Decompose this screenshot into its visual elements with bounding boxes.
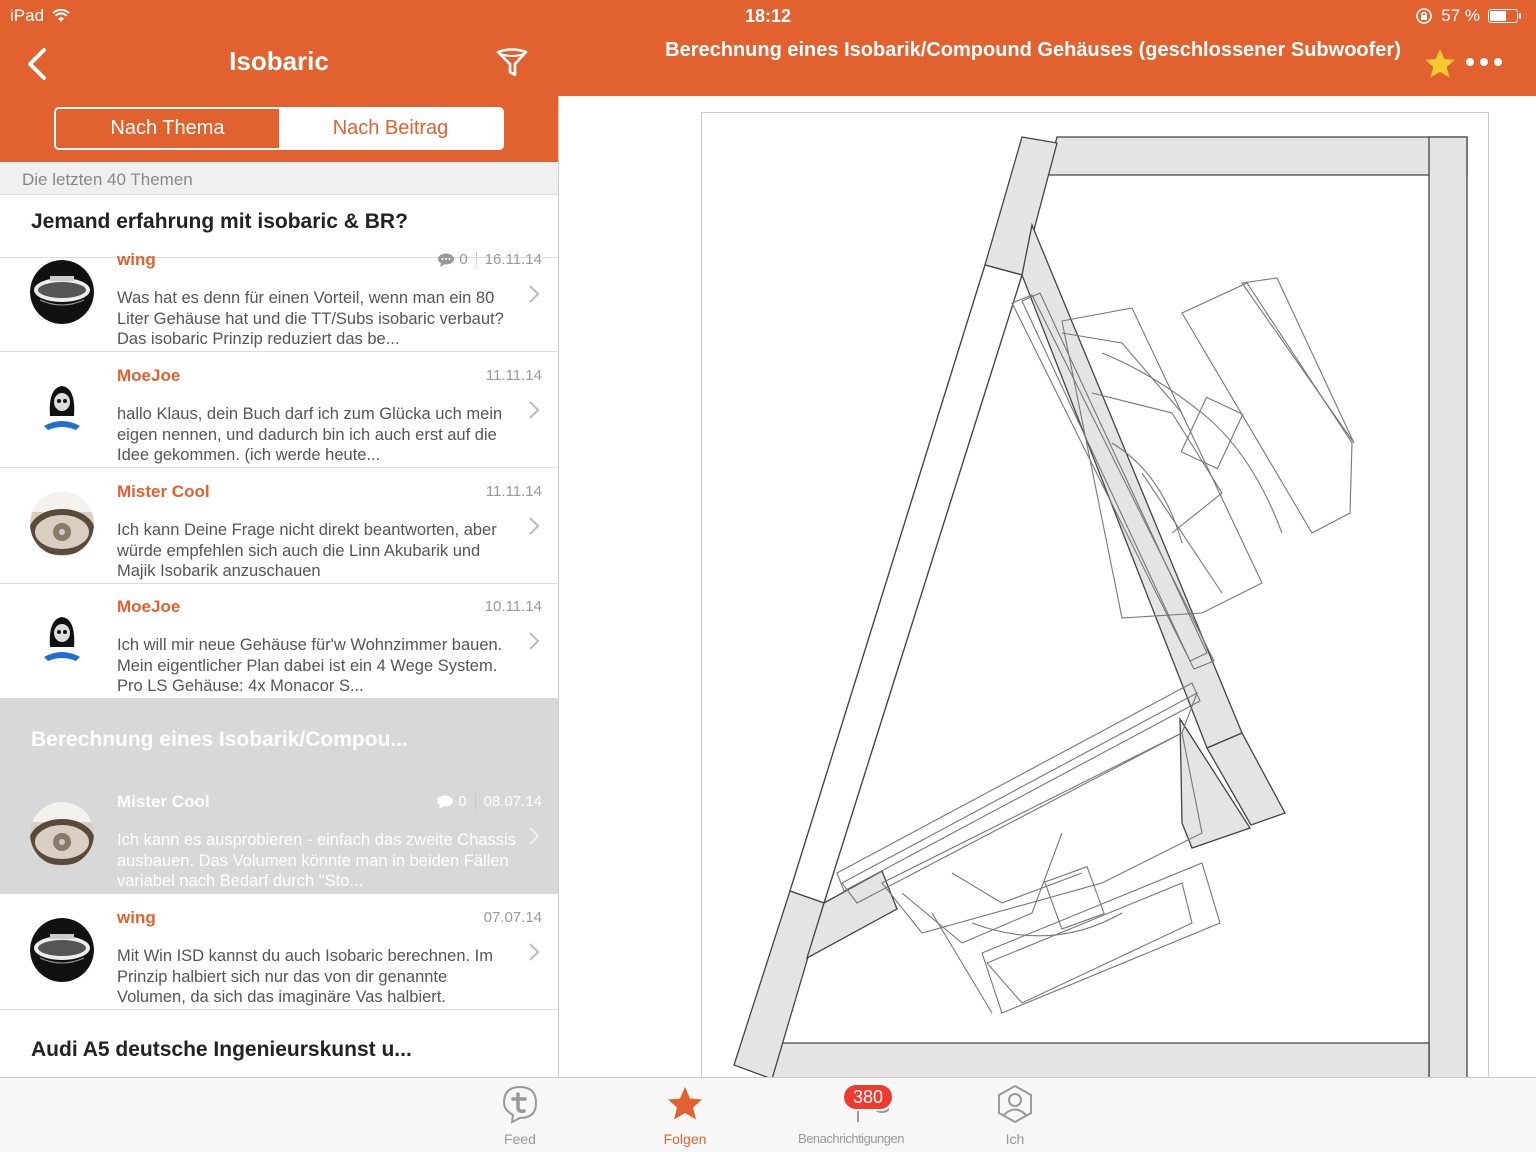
reaper-avatar-icon (30, 607, 94, 671)
list-item[interactable]: Mister Cool 11.11.14 Ich kann Deine Frag… (0, 468, 558, 584)
chevron-right-icon (529, 827, 540, 845)
chevron-right-icon (529, 401, 540, 419)
tab-label: Folgen (663, 1131, 707, 1147)
post-author[interactable]: Mister Cool (117, 792, 210, 812)
more-dot-icon (1480, 58, 1488, 66)
comment-bubble-icon (438, 253, 455, 267)
avatar (30, 607, 94, 671)
person-icon (998, 1084, 1032, 1124)
car-logo-avatar-icon (30, 918, 94, 982)
post-excerpt: Was hat es denn für einen Vorteil, wenn … (117, 289, 504, 348)
attached-image[interactable] (701, 112, 1489, 1080)
post-meta: 0 08.07.14 (436, 793, 542, 810)
more-dot-icon (1466, 58, 1474, 66)
post-excerpt: hallo Klaus, dein Buch darf ich zum Glüc… (117, 405, 503, 464)
post-date: 11.11.14 (485, 367, 542, 384)
sort-segmented-control: Nach Thema Nach Beitrag (54, 107, 504, 150)
topic-title[interactable]: Audi A5 deutsche Ingenieurskunst u... (0, 1010, 558, 1070)
avatar (30, 492, 94, 556)
tab-label: Feed (504, 1131, 536, 1147)
post-author[interactable]: MoeJoe (117, 597, 180, 617)
post-meta: 11.11.14 (486, 367, 542, 384)
post-excerpt: Ich kann Deine Frage nicht direkt beantw… (117, 521, 497, 580)
clock: 18:12 (744, 6, 792, 26)
post-author[interactable]: wing (117, 908, 156, 928)
tab-follow[interactable]: Folgen (630, 1084, 740, 1150)
status-bar: iPad 18:12 57 % (0, 0, 1536, 30)
steering-wheel-avatar-icon (30, 802, 94, 866)
thread-title: Berechnung eines Isobarik/Compound Gehäu… (665, 39, 1401, 61)
isobaric-enclosure-drawing (733, 136, 1468, 1080)
post-meta: 11.11.14 (486, 483, 542, 500)
post-date: 16.11.14 (484, 251, 542, 268)
filter-button[interactable] (494, 44, 530, 80)
chevron-right-icon (529, 285, 540, 303)
post-meta: 0 16.11.14 (437, 251, 542, 268)
star-icon (1425, 49, 1455, 78)
chevron-right-icon (529, 943, 540, 961)
avatar (30, 376, 94, 440)
battery-icon (1488, 9, 1521, 23)
list-item[interactable]: MoeJoe 11.11.14 hallo Klaus, dein Buch d… (0, 352, 558, 468)
chevron-right-icon (529, 517, 540, 535)
tab-bar: Feed Folgen 380 Benachrichtigungen Ich (0, 1077, 1536, 1152)
list-item[interactable]: wing 07.07.14 Mit Win ISD kannst du auch… (0, 894, 558, 1010)
segment-by-topic[interactable]: Nach Thema (56, 109, 279, 148)
notification-badge: 380 (842, 1083, 894, 1111)
post-author[interactable]: Mister Cool (117, 482, 210, 502)
comment-bubble-icon (437, 795, 454, 809)
post-date: 11.11.14 (485, 483, 542, 500)
post-author[interactable]: MoeJoe (117, 366, 180, 386)
thread-content (559, 96, 1536, 1080)
avatar (30, 918, 94, 982)
post-date: 08.07.14 (483, 793, 542, 810)
more-options-button[interactable] (1466, 52, 1510, 72)
topic-list: Jemand erfahrung mit isobaric & BR? wing… (0, 162, 558, 1077)
post-excerpt: Ich will mir neue Gehäuse für'w Wohnzimm… (117, 636, 503, 695)
post-date: 07.07.14 (483, 909, 542, 926)
section-header: Die letzten 40 Themen (0, 162, 558, 195)
segment-by-post[interactable]: Nach Beitrag (279, 109, 502, 148)
star-icon (668, 1087, 702, 1120)
reply-count: 0 (458, 793, 467, 810)
more-dot-icon (1494, 58, 1502, 66)
avatar (30, 260, 94, 324)
filter-icon (496, 48, 528, 77)
list-item[interactable]: wing 0 16.11.14 Was hat es denn für eine… (0, 236, 558, 352)
selected-topic-title[interactable]: Berechnung eines Isobarik/Compou... (0, 698, 558, 778)
post-author[interactable]: wing (117, 250, 156, 270)
post-meta: 10.11.14 (485, 598, 542, 615)
tab-label: Benachrichtigungen (798, 1131, 904, 1146)
reply-count: 0 (459, 251, 468, 268)
rotation-lock-icon (1416, 8, 1433, 24)
post-excerpt: Mit Win ISD kannst du auch Isobaric bere… (117, 947, 494, 1006)
car-logo-avatar-icon (30, 260, 94, 324)
post-meta: 07.07.14 (484, 909, 542, 926)
post-date: 10.11.14 (484, 598, 542, 615)
avatar (30, 802, 94, 866)
list-item[interactable]: MoeJoe 10.11.14 Ich will mir neue Gehäus… (0, 583, 558, 699)
tab-label: Ich (1005, 1131, 1025, 1147)
battery-percent: 57 % (1441, 6, 1480, 25)
tab-me[interactable]: Ich (960, 1084, 1070, 1150)
post-excerpt: Ich kann es ausprobieren - einfach das z… (117, 831, 516, 890)
list-item[interactable]: Mister Cool 0 08.07.14 Ich kann es auspr… (0, 778, 558, 894)
topic-list-pane: Isobaric Nach Thema Nach Beitrag Jemand … (0, 0, 558, 1077)
tab-notifications[interactable]: 380 Benachrichtigungen (786, 1083, 916, 1150)
reaper-avatar-icon (30, 376, 94, 440)
follow-star-button[interactable] (1422, 46, 1458, 82)
steering-wheel-avatar-icon (30, 492, 94, 556)
tapatalk-icon (502, 1085, 538, 1124)
chevron-right-icon (529, 632, 540, 650)
forum-title: Isobaric (229, 46, 329, 76)
tab-feed[interactable]: Feed (465, 1084, 575, 1150)
